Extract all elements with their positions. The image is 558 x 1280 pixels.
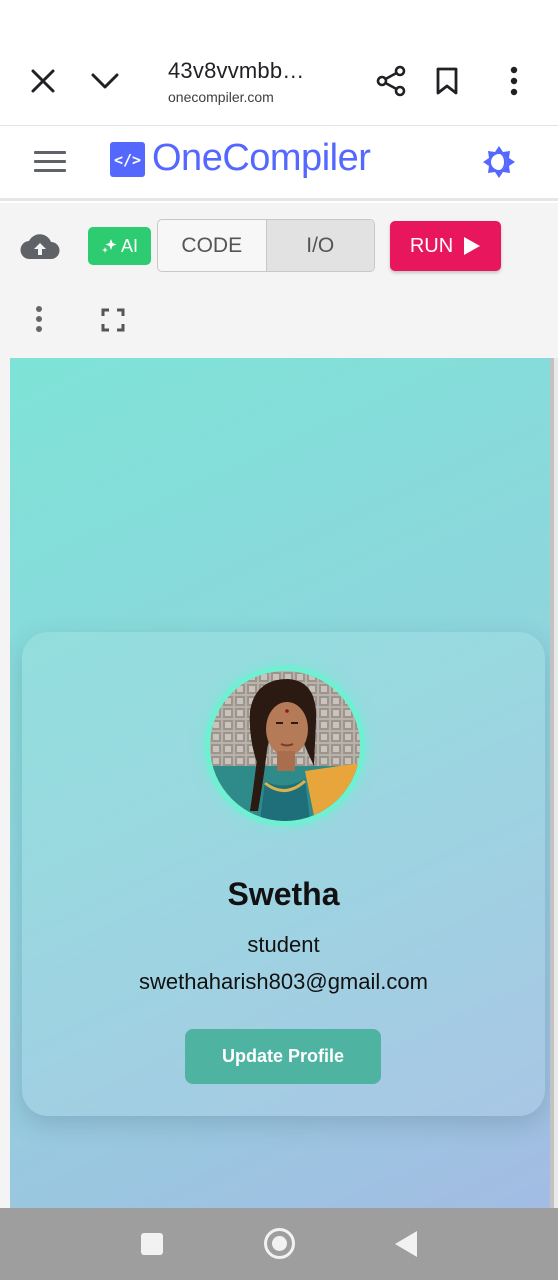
home-icon[interactable] (264, 1228, 295, 1259)
profile-role: student (247, 932, 320, 957)
system-nav-bar (0, 1208, 558, 1280)
profile-card: Swetha student swethaharish803@gmail.com… (22, 632, 545, 1116)
profile-name: Swetha (227, 876, 340, 912)
run-button-label: RUN (409, 234, 454, 257)
bookmark-icon[interactable] (428, 62, 466, 100)
ai-button[interactable]: AI (88, 227, 151, 265)
view-tabs: CODE I/O (157, 219, 375, 272)
logo-text[interactable]: OneCompiler (152, 137, 371, 180)
tab-code[interactable]: CODE (158, 220, 267, 271)
avatar (205, 666, 365, 826)
ai-button-label: AI (120, 235, 138, 256)
output-scrollbar[interactable] (550, 358, 558, 1208)
theme-toggle-icon[interactable] (482, 145, 516, 179)
browser-toolbar: 43v8vvmbb… onecompiler.com (0, 0, 558, 126)
recent-apps-icon[interactable] (141, 1233, 163, 1255)
more-options-icon[interactable] (495, 62, 533, 100)
output-gutter (0, 358, 10, 1208)
cloud-upload-icon[interactable] (20, 233, 60, 266)
hamburger-menu-icon[interactable] (34, 151, 66, 175)
page-url: onecompiler.com (168, 89, 274, 105)
site-header: </> OneCompiler (0, 127, 558, 201)
update-profile-button[interactable]: Update Profile (185, 1029, 381, 1084)
editor-options-icon[interactable] (33, 306, 45, 336)
run-button[interactable]: RUN (390, 221, 501, 271)
fullscreen-icon[interactable] (101, 308, 125, 332)
sparkle-icon (101, 239, 117, 253)
page-title: 43v8vvmbb… (168, 58, 305, 83)
chevron-down-icon[interactable] (86, 62, 124, 100)
tab-io[interactable]: I/O (266, 220, 374, 271)
back-icon[interactable] (395, 1231, 417, 1257)
share-icon[interactable] (372, 62, 410, 100)
close-icon[interactable] (24, 62, 62, 100)
profile-email: swethaharish803@gmail.com (139, 969, 428, 994)
output-preview: Swetha student swethaharish803@gmail.com… (10, 358, 550, 1208)
logo-mark[interactable]: </> (110, 142, 145, 177)
play-icon (464, 237, 481, 255)
editor-toolbar: AI CODE I/O RUN (0, 203, 558, 358)
